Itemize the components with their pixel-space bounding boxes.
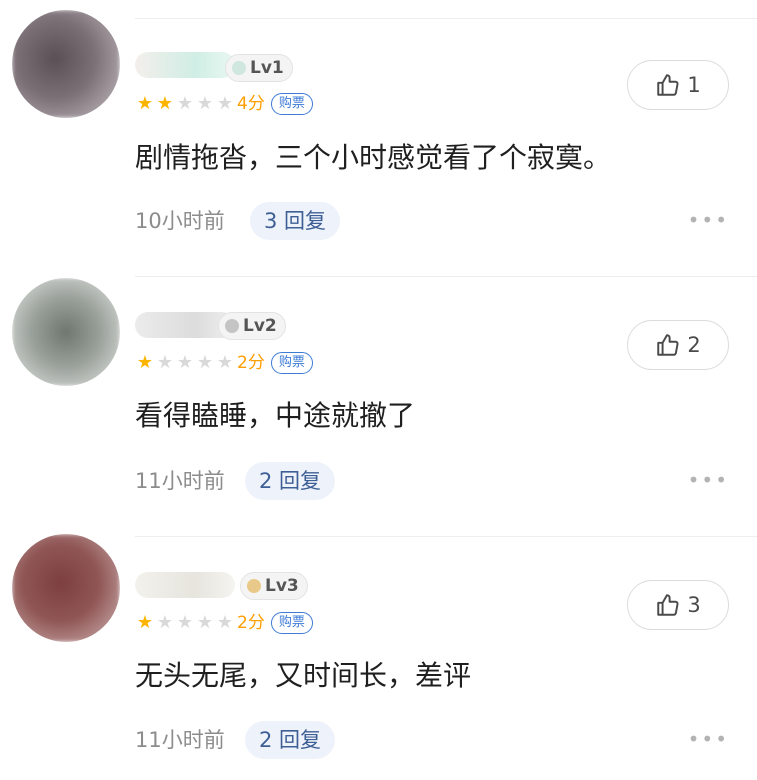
star-icon: ★ (136, 612, 154, 633)
score: 2分 (237, 353, 265, 373)
like-count: 3 (687, 593, 701, 617)
avatar-image (12, 278, 120, 386)
rating: ★ ★ ★ ★ ★ 4分 购票 (135, 93, 313, 115)
divider (135, 18, 757, 19)
star-icon: ★ (196, 352, 214, 373)
level-icon (247, 579, 261, 593)
comment-card: Lv2 ★ ★ ★ ★ ★ 2分 购票 看得瞌睡，中途就撤了 11小时前 2 回… (0, 260, 757, 520)
level-icon (225, 319, 239, 333)
avatar[interactable] (12, 278, 120, 386)
timestamp: 10小时前 (135, 209, 225, 233)
username-blurred[interactable] (135, 52, 235, 78)
score: 2分 (237, 613, 265, 633)
like-button[interactable]: 1 (627, 60, 729, 110)
comment-text: 看得瞌睡，中途就撤了 (135, 399, 416, 432)
timestamp: 11小时前 (135, 728, 225, 752)
level-badge: Lv3 (240, 572, 308, 600)
avatar-image (12, 534, 120, 642)
like-button[interactable]: 3 (627, 580, 729, 630)
ticket-badge: 购票 (270, 612, 313, 634)
more-dots-icon[interactable]: ••• (688, 468, 729, 492)
star-icon: ★ (216, 352, 234, 373)
star-icon: ★ (136, 93, 154, 114)
star-icon: ★ (196, 612, 214, 633)
timestamp: 11小时前 (135, 469, 225, 493)
level-label: Lv2 (243, 316, 277, 336)
level-icon (232, 61, 246, 75)
level-badge: Lv2 (218, 312, 286, 340)
thumbs-up-icon (655, 332, 681, 358)
more-dots-icon[interactable]: ••• (688, 208, 729, 232)
reply-button[interactable]: 2 回复 (245, 721, 336, 759)
star-icon: ★ (156, 93, 174, 114)
like-count: 1 (687, 73, 701, 97)
level-label: Lv1 (250, 58, 284, 78)
like-button[interactable]: 2 (627, 320, 729, 370)
star-icon: ★ (176, 352, 194, 373)
star-icon: ★ (176, 93, 194, 114)
star-icon: ★ (216, 612, 234, 633)
comment-card: Lv3 ★ ★ ★ ★ ★ 2分 购票 无头无尾，又时间长，差评 11小时前 2… (0, 520, 757, 780)
ticket-badge: 购票 (270, 93, 313, 115)
divider (135, 536, 757, 537)
avatar-image (12, 10, 120, 118)
rating: ★ ★ ★ ★ ★ 2分 购票 (135, 352, 313, 374)
star-icon: ★ (156, 612, 174, 633)
like-count: 2 (687, 333, 701, 357)
more-dots-icon[interactable]: ••• (688, 727, 729, 751)
reply-button[interactable]: 2 回复 (245, 462, 336, 500)
star-icon: ★ (216, 93, 234, 114)
avatar[interactable] (12, 10, 120, 118)
username-blurred[interactable] (135, 572, 235, 598)
avatar[interactable] (12, 534, 120, 642)
thumbs-up-icon (655, 592, 681, 618)
ticket-badge: 购票 (270, 352, 313, 374)
star-icon: ★ (176, 612, 194, 633)
rating: ★ ★ ★ ★ ★ 2分 购票 (135, 612, 313, 634)
divider (135, 276, 757, 277)
star-icon: ★ (196, 93, 214, 114)
score: 4分 (237, 94, 265, 114)
comment-text: 无头无尾，又时间长，差评 (135, 659, 472, 692)
star-icon: ★ (136, 352, 154, 373)
comment-card: Lv1 ★ ★ ★ ★ ★ 4分 购票 剧情拖沓，三个小时感觉看了个寂寞。 10… (0, 0, 757, 260)
level-badge: Lv1 (225, 54, 293, 82)
comment-text: 剧情拖沓，三个小时感觉看了个寂寞。 (135, 141, 612, 174)
level-label: Lv3 (265, 576, 299, 596)
thumbs-up-icon (655, 72, 681, 98)
reply-button[interactable]: 3 回复 (250, 202, 341, 240)
star-icon: ★ (156, 352, 174, 373)
